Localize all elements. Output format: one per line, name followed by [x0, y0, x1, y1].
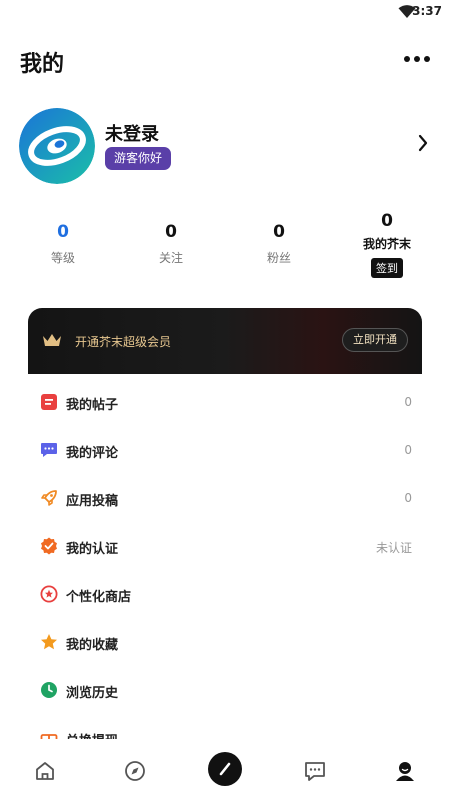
message-icon [305, 762, 325, 781]
stat-following[interactable]: 0 关注 [126, 221, 216, 266]
username[interactable]: 未登录 [105, 120, 159, 146]
menu-item-my-comments[interactable]: 我的评论 0 [0, 427, 450, 475]
menu-label: 我的收藏 [66, 638, 119, 653]
page-title: 我的 [20, 52, 65, 77]
chevron-right-icon[interactable] [418, 134, 428, 152]
menu-item-redeem-withdraw[interactable]: 兑换提现 [0, 715, 450, 739]
discover-icon [125, 761, 145, 781]
menu-label: 兑换提现 [66, 730, 118, 739]
stat-mustard-label: 我的芥末 [362, 237, 411, 251]
stat-level-label: 等级 [50, 251, 75, 265]
posts-icon [41, 394, 57, 410]
stat-following-value: 0 [165, 222, 177, 242]
stat-mustard-value: 0 [381, 211, 393, 231]
menu-item-personalized-store[interactable]: 个性化商店 [0, 571, 450, 619]
menu-item-my-posts[interactable]: 我的帖子 0 [0, 379, 450, 427]
menu-value: 0 [404, 491, 412, 505]
vip-open-button[interactable]: 立即开通 [342, 328, 408, 352]
menu-label: 浏览历史 [66, 686, 119, 701]
menu-label: 我的评论 [66, 446, 119, 461]
more-options-button[interactable] [404, 52, 430, 66]
menu-label: 我的认证 [66, 542, 119, 557]
stat-followers[interactable]: 0 粉丝 [234, 221, 324, 266]
menu-item-my-favorites[interactable]: 我的收藏 [0, 619, 450, 667]
menu-item-browse-history[interactable]: 浏览历史 [0, 667, 450, 715]
star-icon [41, 634, 57, 650]
menu-list: 我的帖子 0 我的评论 0 应用投稿 0 我的认证 未认证 个性化商店 我的收藏… [0, 379, 450, 739]
publish-icon [219, 762, 231, 776]
rocket-icon [41, 490, 57, 506]
bottom-tab-bar [0, 742, 450, 800]
guest-badge: 游客你好 [105, 147, 172, 170]
menu-label: 应用投稿 [66, 494, 119, 509]
menu-label: 我的帖子 [66, 398, 119, 413]
sign-in-button[interactable]: 签到 [371, 258, 403, 278]
menu-item-app-submission[interactable]: 应用投稿 0 [0, 475, 450, 523]
menu-label: 个性化商店 [66, 590, 132, 605]
menu-item-my-verification[interactable]: 我的认证 未认证 [0, 523, 450, 571]
stat-mustard[interactable]: 0 我的芥末 签到 [342, 211, 432, 278]
menu-value: 0 [404, 395, 412, 409]
tab-profile[interactable] [388, 754, 422, 788]
app-logo-icon [19, 108, 95, 184]
stat-following-label: 关注 [158, 251, 183, 265]
comment-icon [41, 443, 57, 457]
more-dot-icon [404, 56, 410, 62]
status-time: 3:37 [412, 4, 442, 18]
home-icon [36, 762, 54, 780]
profile-icon [396, 762, 414, 781]
vip-text: 开通芥末超级会员 [75, 335, 172, 349]
stat-level[interactable]: 0 等级 [18, 221, 108, 266]
stat-followers-value: 0 [273, 222, 285, 242]
avatar[interactable] [19, 108, 95, 184]
menu-value: 未认证 [375, 541, 412, 555]
clock-icon [41, 682, 57, 698]
stat-followers-label: 粉丝 [266, 251, 291, 265]
vip-banner[interactable]: 开通芥末超级会员 立即开通 [28, 308, 422, 374]
tab-messages[interactable] [298, 754, 332, 788]
gift-icon [40, 734, 58, 739]
stat-level-value: 0 [57, 222, 69, 242]
crown-icon [43, 334, 61, 346]
tab-home[interactable] [28, 754, 62, 788]
verified-badge-icon [41, 537, 57, 555]
store-badge-icon [40, 585, 58, 603]
more-dot-icon [414, 56, 420, 62]
more-dot-icon [424, 56, 430, 62]
tab-discover[interactable] [118, 754, 152, 788]
tab-publish[interactable] [208, 752, 242, 786]
status-bar: 3:37 [0, 0, 450, 24]
menu-value: 0 [404, 443, 412, 457]
